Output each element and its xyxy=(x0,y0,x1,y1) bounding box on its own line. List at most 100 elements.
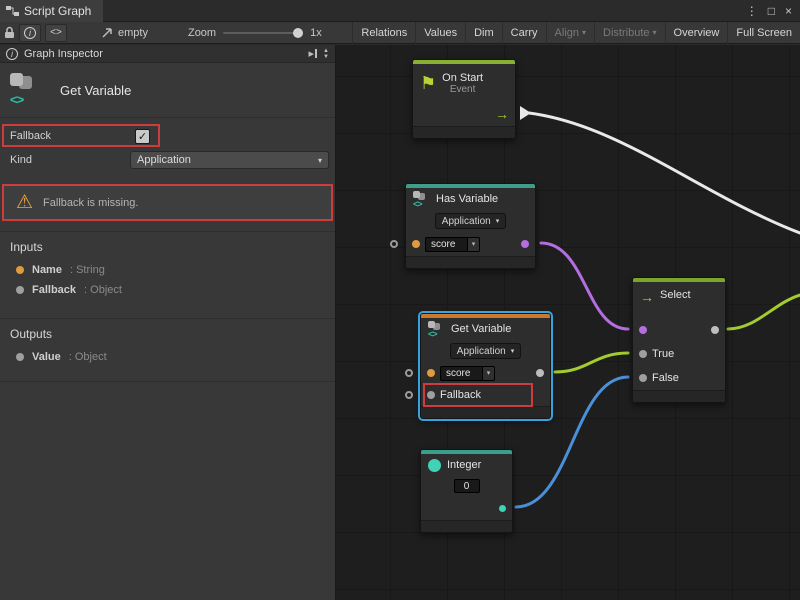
wire-select-output xyxy=(728,295,800,329)
chevron-down-icon: ▾ xyxy=(582,28,586,37)
port-dot-object xyxy=(16,286,24,294)
warning-text: Fallback is missing. xyxy=(43,197,138,209)
node-title: Get Variable xyxy=(451,323,511,335)
zoom-label: Zoom xyxy=(188,27,216,39)
variable-name-dropdown[interactable]: score ▾ xyxy=(425,237,480,252)
kind-dropdown[interactable]: Application ▾ xyxy=(130,151,329,169)
node-select[interactable]: → Select True False xyxy=(632,277,726,403)
dock-icon[interactable]: ▸ xyxy=(309,47,318,60)
dim-button[interactable]: Dim xyxy=(465,22,502,44)
cursor-icon xyxy=(101,27,113,39)
node-subtitle: Event xyxy=(442,84,483,95)
chevron-down-icon: ▾ xyxy=(482,366,495,381)
unconnected-port[interactable] xyxy=(390,240,398,248)
wire-has-variable-to-select xyxy=(541,243,628,329)
kebab-menu-icon[interactable]: ⋮ xyxy=(746,4,758,18)
distribute-button[interactable]: Distribute▾ xyxy=(594,22,664,44)
kind-label: Kind xyxy=(10,154,32,166)
align-button[interactable]: Align▾ xyxy=(546,22,594,44)
info-icon: i xyxy=(24,27,36,39)
zoom-value: 1x xyxy=(310,27,322,39)
port-false-input[interactable] xyxy=(639,374,647,382)
graph-icon xyxy=(6,5,19,17)
port-value-output[interactable] xyxy=(536,369,544,377)
code-view-button[interactable]: <> xyxy=(45,24,67,42)
variable-icon: <> xyxy=(413,191,430,207)
graph-breadcrumb[interactable]: empty xyxy=(101,27,148,39)
wires-layer xyxy=(336,45,800,600)
outputs-header: Outputs xyxy=(0,323,335,347)
carry-button[interactable]: Carry xyxy=(502,22,546,44)
titlebar: Script Graph ⋮ □ × xyxy=(0,0,800,22)
node-integer[interactable]: Integer 0 xyxy=(420,449,513,533)
tab-script-graph[interactable]: Script Graph xyxy=(0,0,103,22)
maximize-icon[interactable]: □ xyxy=(768,4,775,18)
flag-icon: ⚑ xyxy=(420,74,436,92)
port-condition-input[interactable] xyxy=(639,326,647,334)
inputs-section: Inputs Name : String Fallback : Object xyxy=(0,231,335,308)
port-name-input[interactable] xyxy=(427,369,435,377)
zoom-slider[interactable] xyxy=(223,32,303,34)
chevron-down-icon: ▾ xyxy=(467,237,480,252)
code-icon: <> xyxy=(50,27,62,38)
tab-label: Script Graph xyxy=(24,4,91,18)
input-row-name: Name : String xyxy=(0,260,335,280)
node-title: Select xyxy=(660,289,691,301)
true-port-label: True xyxy=(652,348,674,360)
fallback-checkbox[interactable]: ✓ xyxy=(135,129,150,144)
input-row-fallback: Fallback : Object xyxy=(0,280,335,300)
info-icon: i xyxy=(6,48,18,60)
relations-button[interactable]: Relations xyxy=(352,22,415,44)
graph-canvas[interactable]: ⚑ On Start Event → <> xyxy=(336,45,800,600)
variable-icon: <> xyxy=(10,73,48,107)
variable-icon: <> xyxy=(428,321,445,337)
port-name-input[interactable] xyxy=(412,240,420,248)
control-output-icon[interactable]: → xyxy=(495,106,509,122)
chevron-down-icon: ▾ xyxy=(496,217,500,225)
warning-message-box: ⚠ Fallback is missing. xyxy=(2,184,333,221)
zoom-slider-knob[interactable] xyxy=(293,28,303,38)
lock-icon[interactable] xyxy=(4,26,15,39)
kind-property-row: Kind Application ▾ xyxy=(0,148,335,172)
fallback-port-label: Fallback xyxy=(440,389,481,401)
unconnected-port[interactable] xyxy=(405,391,413,399)
close-icon[interactable]: × xyxy=(785,4,792,18)
scroll-down-icon[interactable]: ▼ xyxy=(323,54,329,60)
integer-icon xyxy=(428,459,441,472)
graph-inspector-header: i Graph Inspector ▸ ▲ ▼ xyxy=(0,45,335,63)
node-on-start[interactable]: ⚑ On Start Event → xyxy=(412,59,516,139)
select-icon: → xyxy=(640,289,654,305)
node-title: On Start xyxy=(442,72,483,84)
warning-icon: ⚠ xyxy=(16,193,33,212)
inspector-toggle-button[interactable]: i xyxy=(19,24,41,42)
values-button[interactable]: Values xyxy=(415,22,465,44)
port-dot-object xyxy=(16,353,24,361)
wire-get-variable-to-select-true xyxy=(555,353,628,372)
chevron-down-icon: ▾ xyxy=(511,347,515,355)
port-bool-output[interactable] xyxy=(521,240,529,248)
fallback-property-row: Fallback ✓ xyxy=(0,124,335,148)
port-selection-output[interactable] xyxy=(711,326,719,334)
port-true-input[interactable] xyxy=(639,350,647,358)
outputs-section: Outputs Value : Object xyxy=(0,318,335,382)
control-output-port[interactable] xyxy=(520,106,531,120)
node-title: Integer xyxy=(447,459,481,471)
kind-dropdown[interactable]: Application ▾ xyxy=(450,343,521,359)
unconnected-port[interactable] xyxy=(405,369,413,377)
overview-button[interactable]: Overview xyxy=(665,22,728,44)
variable-name-dropdown[interactable]: score ▾ xyxy=(440,366,495,381)
fallback-label: Fallback xyxy=(10,130,51,142)
graph-inspector-panel: i Graph Inspector ▸ ▲ ▼ <> Get V xyxy=(0,45,336,600)
node-has-variable[interactable]: <> Has Variable Application ▾ score ▾ xyxy=(405,183,536,269)
graph-inspector-title: Graph Inspector xyxy=(24,48,103,60)
full-screen-button[interactable]: Full Screen xyxy=(727,22,800,44)
integer-value-field[interactable]: 0 xyxy=(454,479,480,493)
unit-title: Get Variable xyxy=(60,83,131,98)
node-get-variable[interactable]: <> Get Variable Application ▾ score ▾ xyxy=(420,313,551,419)
selected-unit-header: <> Get Variable xyxy=(0,63,335,118)
port-int-output[interactable] xyxy=(499,505,506,512)
node-title: Has Variable xyxy=(436,193,498,205)
kind-dropdown[interactable]: Application ▾ xyxy=(435,213,506,229)
inputs-header: Inputs xyxy=(0,236,335,260)
port-fallback-input[interactable] xyxy=(427,391,435,399)
